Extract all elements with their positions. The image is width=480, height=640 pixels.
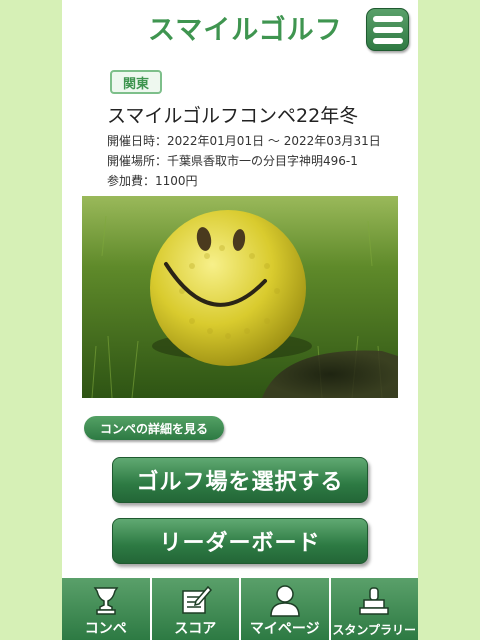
bottom-tab-bar: コンペ スコア マイページ スタンプラリー (62, 578, 418, 640)
app-header: スマイルゴルフ (62, 0, 418, 56)
event-place: 開催場所：千葉県香取市一の分目字神明496-1 (107, 154, 358, 168)
leaderboard-button[interactable]: リーダーボード (112, 518, 368, 564)
hamburger-line (372, 15, 403, 22)
hamburger-line (372, 37, 403, 44)
event-photo (82, 196, 398, 398)
trophy-icon (93, 587, 119, 615)
stamp-icon (359, 587, 389, 615)
tab-label: コンペ (84, 621, 127, 637)
app-screen: スマイルゴルフ 関東 スマイルゴルフコンペ22年冬 開催日時：2022年01月0… (62, 0, 418, 640)
event-date: 開催日時：2022年01月01日 〜 2022年03月31日 (107, 134, 381, 148)
hamburger-line (372, 26, 403, 33)
tab-mypage[interactable]: マイページ (241, 578, 331, 640)
tab-compe[interactable]: コンペ (62, 578, 152, 640)
tab-label: マイページ (249, 621, 320, 637)
app-title: スマイルゴルフ (148, 15, 343, 46)
smiley-golf-ball-image (82, 196, 398, 398)
tab-label: スコア (174, 621, 217, 637)
scorecard-icon (182, 585, 213, 614)
tab-stamp-rally[interactable]: スタンプラリー (330, 578, 418, 640)
event-detail-button[interactable]: コンペの詳細を見る (84, 416, 224, 440)
tab-score[interactable]: スコア (151, 578, 241, 640)
region-badge: 関東 (110, 70, 162, 94)
user-icon (269, 585, 300, 617)
tab-label: スタンプラリー (332, 623, 417, 637)
select-course-button[interactable]: ゴルフ場を選択する (112, 457, 368, 503)
menu-button[interactable] (366, 8, 409, 51)
event-fee: 参加費：1100円 (107, 174, 198, 188)
event-title: スマイルゴルフコンペ22年冬 (107, 105, 359, 127)
